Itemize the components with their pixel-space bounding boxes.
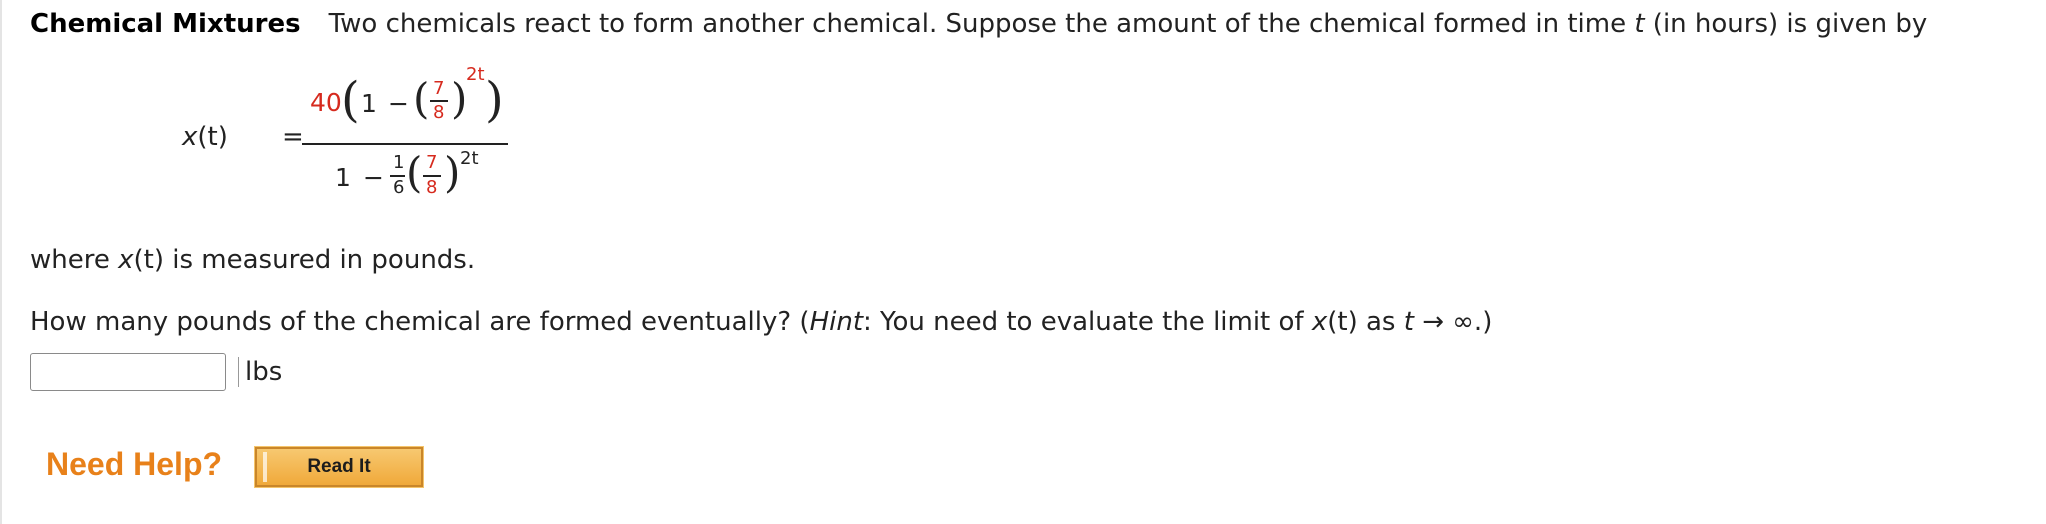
numerator-coefficient: 40 [310,88,342,117]
inner-open-paren: ( [413,74,430,123]
numerator-frac-num: 7 [433,78,445,99]
need-help-label: Need Help? [46,446,223,482]
formula-lhs: x(t) [182,122,228,152]
denominator-exponent: 2t [460,148,479,169]
numerator-open-paren: ( [341,72,360,128]
main-fraction-bar [302,143,508,145]
denominator-minus: − [363,163,384,192]
question-text: How many pounds of the chemical are form… [30,307,1493,337]
read-it-button[interactable]: Read It [254,446,424,488]
denominator-inner-num: 7 [426,152,438,173]
problem-intro: Two chemicals react to form another chem… [328,9,1928,39]
denominator-open-paren: ( [406,148,423,197]
equals-sign: = [282,122,304,152]
numerator-one: 1 [361,89,377,118]
denominator-one: 1 [335,163,351,192]
problem-header: Chemical Mixtures Two chemicals react to … [30,8,1927,40]
denominator-frac-num: 1 [393,152,405,173]
denominator-frac-den: 6 [393,177,405,198]
inner-close-paren: ) [451,74,468,123]
unit-label: lbs [238,357,282,387]
where-statement: where x(t) is measured in pounds. [30,245,476,275]
answer-input[interactable] [30,353,226,391]
denominator-inner-den: 8 [426,177,438,198]
left-border [0,0,2,524]
numerator-frac-den: 8 [433,102,445,123]
numerator-close-paren: ) [485,72,504,128]
numerator-exponent: 2t [466,64,485,85]
hint-label: Hint [809,307,864,337]
numerator-minus: − [388,89,409,118]
formula: x(t) = 40 ( 1 − ( 7 8 ) 2t ) 1 − 1 6 ( 7… [30,60,530,220]
problem-title: Chemical Mixtures [30,9,301,39]
denominator-close-paren: ) [444,148,461,197]
